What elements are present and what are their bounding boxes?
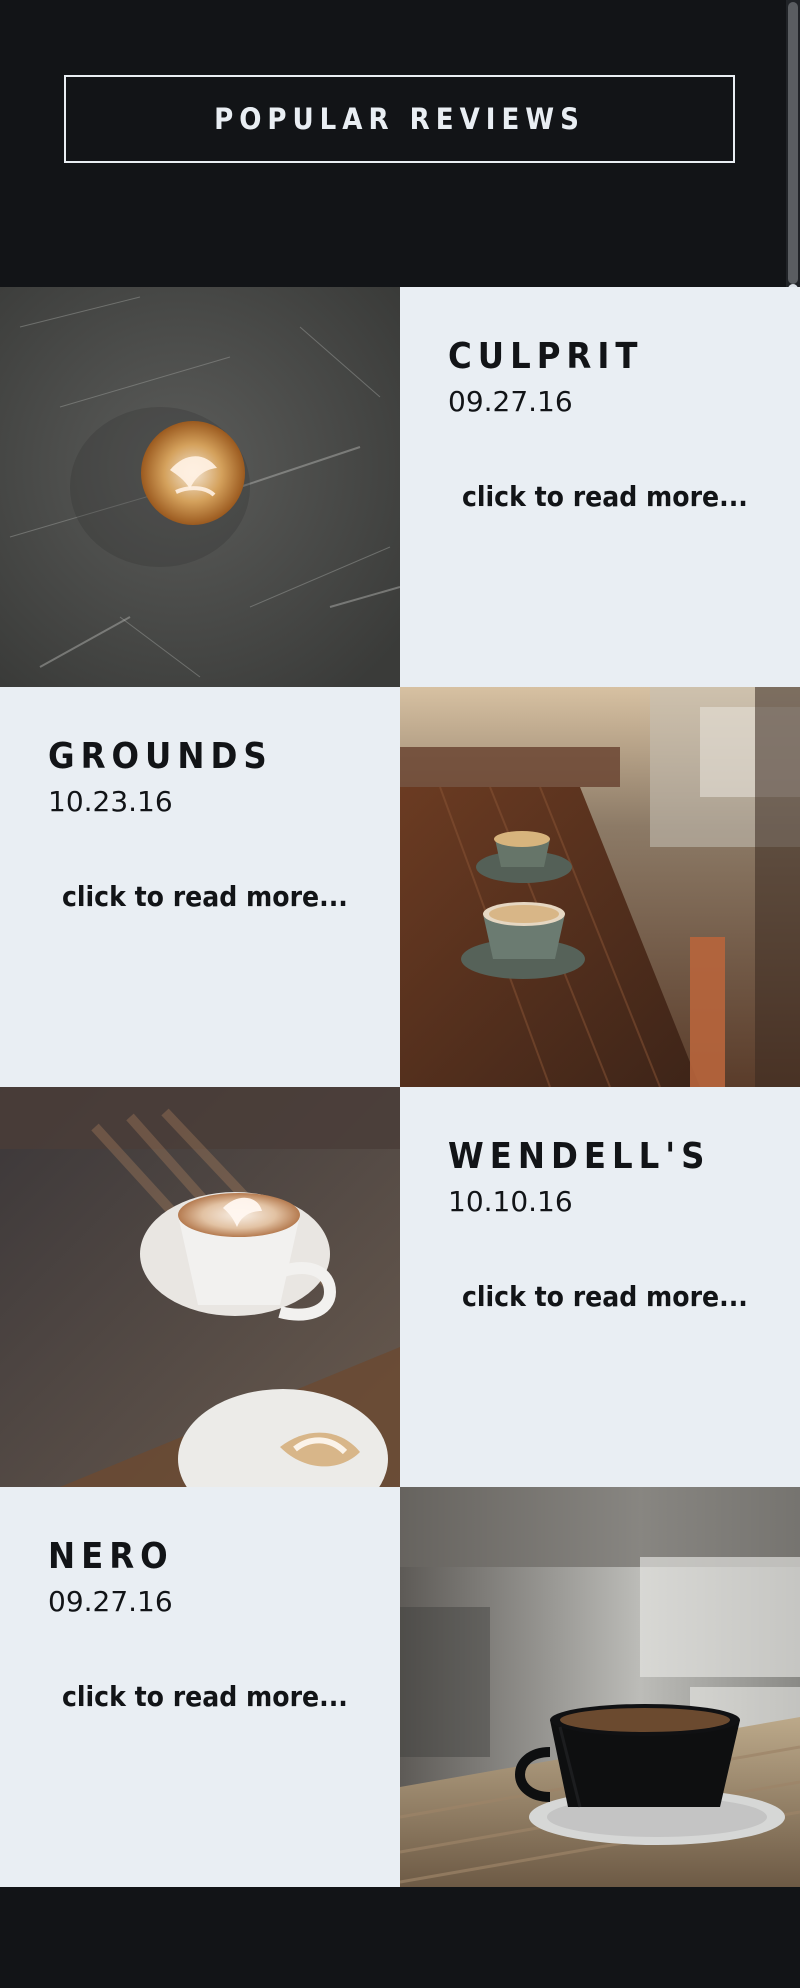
black-coffee-cup-image xyxy=(400,1487,800,1887)
review-row: NERO 09.27.16 click to read more... xyxy=(0,1487,800,1887)
review-row: WENDELL'S 10.10.16 click to read more... xyxy=(0,1087,800,1487)
footer xyxy=(0,1887,800,1988)
read-more-link[interactable]: click to read more... xyxy=(448,1280,800,1313)
review-name: NERO xyxy=(48,1536,174,1577)
review-name: GROUNDS xyxy=(48,736,273,777)
review-text-grounds: GROUNDS 10.23.16 click to read more... xyxy=(0,687,400,1087)
review-name: CULPRIT xyxy=(448,336,644,377)
review-date: 09.27.16 xyxy=(448,384,573,418)
read-more-link[interactable]: click to read more... xyxy=(48,880,400,913)
review-text-nero: NERO 09.27.16 click to read more... xyxy=(0,1487,400,1887)
review-text-wendells: WENDELL'S 10.10.16 click to read more... xyxy=(400,1087,800,1487)
review-image-culprit[interactable] xyxy=(0,287,400,687)
coffee-cups-on-table-image xyxy=(400,687,800,1087)
latte-on-concrete-image xyxy=(0,287,400,687)
latte-and-pastry-image xyxy=(0,1087,400,1487)
page-title: POPULAR REVIEWS xyxy=(214,102,585,136)
review-text-culprit: CULPRIT 09.27.16 click to read more... xyxy=(400,287,800,687)
review-image-nero[interactable] xyxy=(400,1487,800,1887)
review-date: 09.27.16 xyxy=(48,1584,173,1618)
review-date: 10.10.16 xyxy=(448,1184,573,1218)
review-date: 10.23.16 xyxy=(48,784,173,818)
read-more-link[interactable]: click to read more... xyxy=(48,1680,400,1713)
scrollbar-thumb[interactable] xyxy=(788,2,798,284)
scrollbar[interactable] xyxy=(786,0,800,318)
review-name: WENDELL'S xyxy=(448,1136,711,1177)
review-image-grounds[interactable] xyxy=(400,687,800,1087)
header: POPULAR REVIEWS xyxy=(0,0,800,287)
review-row: CULPRIT 09.27.16 click to read more... xyxy=(0,287,800,687)
read-more-link[interactable]: click to read more... xyxy=(448,480,800,513)
popular-reviews-banner: POPULAR REVIEWS xyxy=(64,75,735,163)
review-row: GROUNDS 10.23.16 click to read more... xyxy=(0,687,800,1087)
review-image-wendells[interactable] xyxy=(0,1087,400,1487)
reviews-grid: CULPRIT 09.27.16 click to read more... G… xyxy=(0,287,800,1887)
